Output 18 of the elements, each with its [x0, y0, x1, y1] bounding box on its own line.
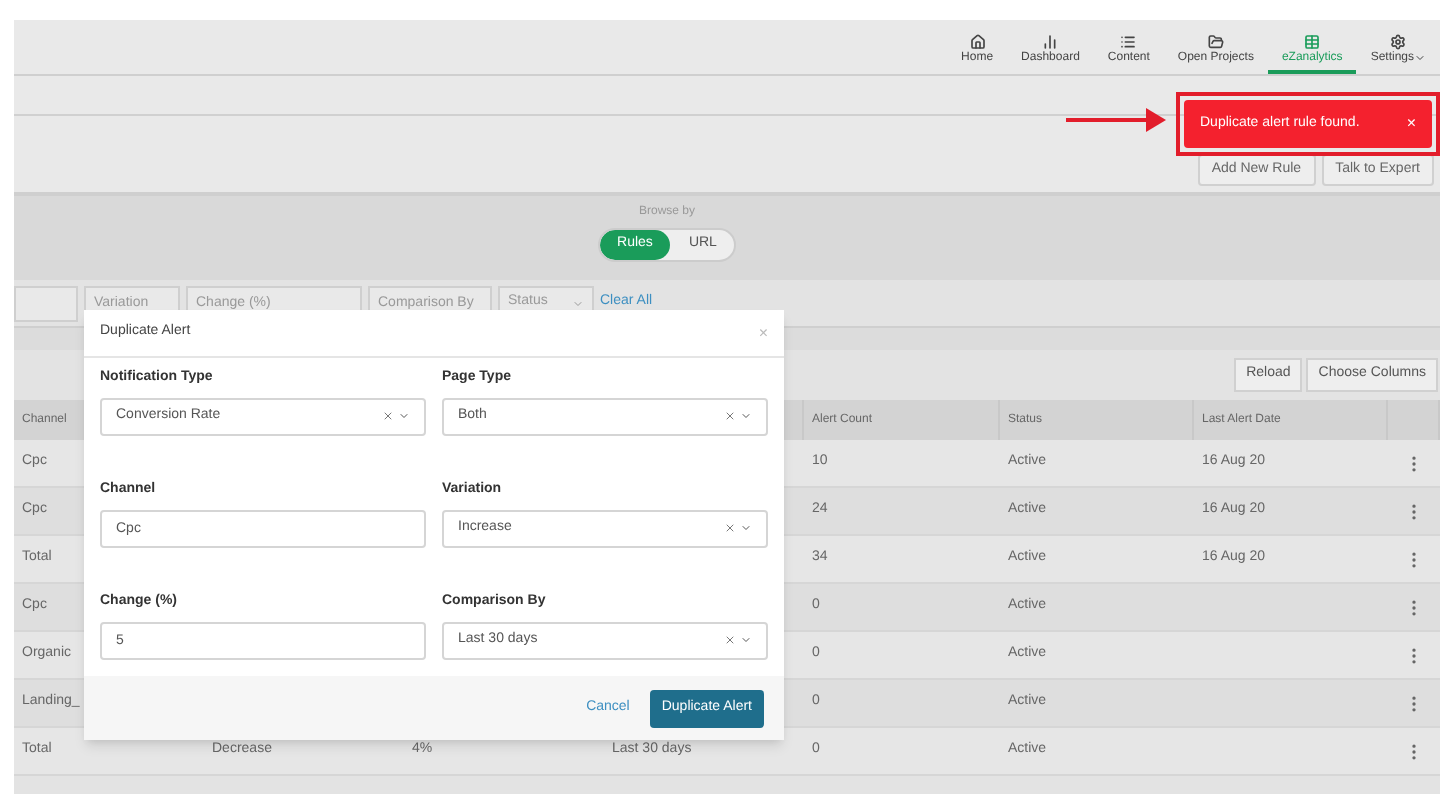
settings-icon [1390, 34, 1407, 50]
home-icon [969, 34, 986, 50]
filter-field[interactable] [14, 285, 78, 321]
caret-icon [398, 410, 410, 422]
clear-icon[interactable] [724, 410, 736, 422]
caret-icon [740, 634, 752, 646]
folder-icon [1207, 34, 1224, 50]
caret-icon [740, 522, 752, 534]
list-icon [1120, 34, 1137, 50]
table-icon [1304, 34, 1321, 50]
close-button[interactable]: × [1406, 112, 1416, 136]
caret-icon [740, 410, 752, 422]
clear-icon[interactable] [724, 634, 736, 646]
caret-icon [572, 297, 584, 309]
clear-icon[interactable] [382, 410, 394, 422]
chart-icon [1042, 34, 1059, 50]
clear-icon[interactable] [724, 522, 736, 534]
arrow-icon [1066, 108, 1166, 132]
